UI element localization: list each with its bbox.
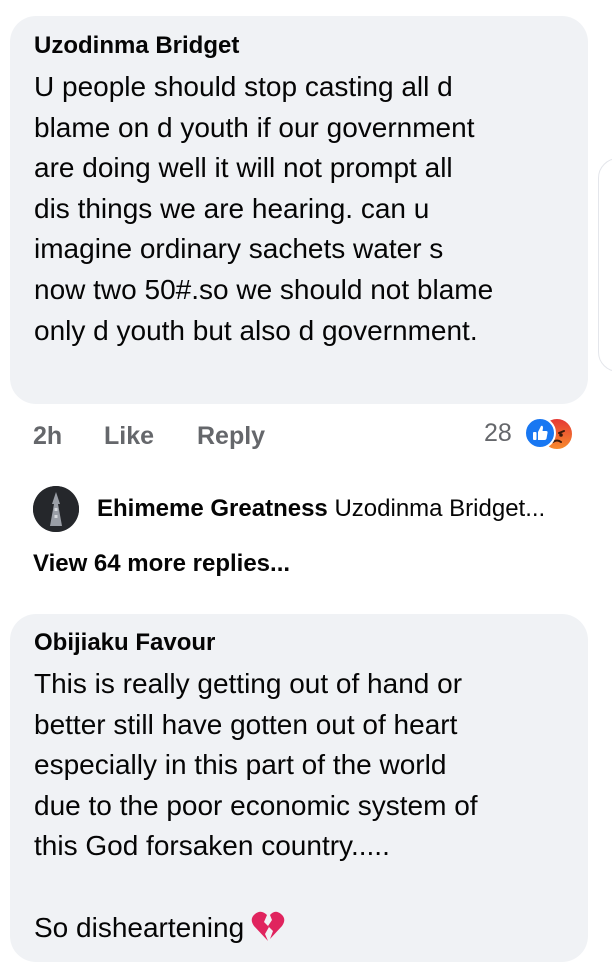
comment-line: blame on d youth if our government	[34, 111, 475, 143]
comment-line: U people should stop casting all d	[34, 71, 453, 102]
adjacent-comment-edge	[598, 158, 612, 372]
comment-text: This is really getting out of hand or bet…	[34, 664, 564, 954]
reaction-count: 28	[484, 419, 512, 447]
comment-bubble: Obijiaku Favour This is really getting o…	[10, 614, 588, 962]
comment-line: This is really getting out of hand or	[34, 668, 463, 699]
comment-line	[34, 867, 564, 908]
comment-line: especially in this part of the world	[34, 749, 447, 781]
comment-line: now two 50#.so we should not blame	[34, 273, 494, 305]
comment-timestamp[interactable]: 2h	[33, 418, 62, 454]
reply-author[interactable]: Ehimeme Greatness	[97, 495, 328, 522]
comment-line: dis things we are hearing. can u	[34, 192, 430, 224]
view-more-replies-link[interactable]: View 64 more replies...	[33, 548, 290, 580]
comment-line: are doing well it will not prompt all	[34, 152, 453, 184]
like-button[interactable]: Like	[104, 418, 154, 454]
reply-button[interactable]: Reply	[197, 418, 265, 454]
comment-author[interactable]: Uzodinma Bridget	[34, 31, 564, 61]
comment-line: only d youth but also d government.	[34, 314, 478, 346]
avatar[interactable]	[33, 486, 79, 532]
reply-snippet: Uzodinma Bridget...	[334, 495, 546, 522]
comment-line-last: So disheartening	[34, 908, 564, 955]
comment-line: better still have gotten out of heart	[34, 708, 458, 740]
comment-text: U people should stop casting all d blame …	[34, 67, 564, 351]
comment-bubble: Uzodinma Bridget U people should stop ca…	[10, 16, 588, 404]
comment-line: due to the poor economic system of	[34, 789, 478, 821]
comment-author[interactable]: Obijiaku Favour	[34, 628, 564, 658]
broken-heart-icon	[250, 909, 286, 955]
comment-line: So disheartening	[34, 911, 245, 943]
comment-line: imagine ordinary sachets water s	[34, 233, 444, 265]
like-icon	[524, 417, 556, 449]
reply-preview-text: Ehimeme Greatness Uzodinma Bridget...	[97, 493, 545, 525]
comment-line: this God forsaken country.....	[34, 830, 390, 862]
